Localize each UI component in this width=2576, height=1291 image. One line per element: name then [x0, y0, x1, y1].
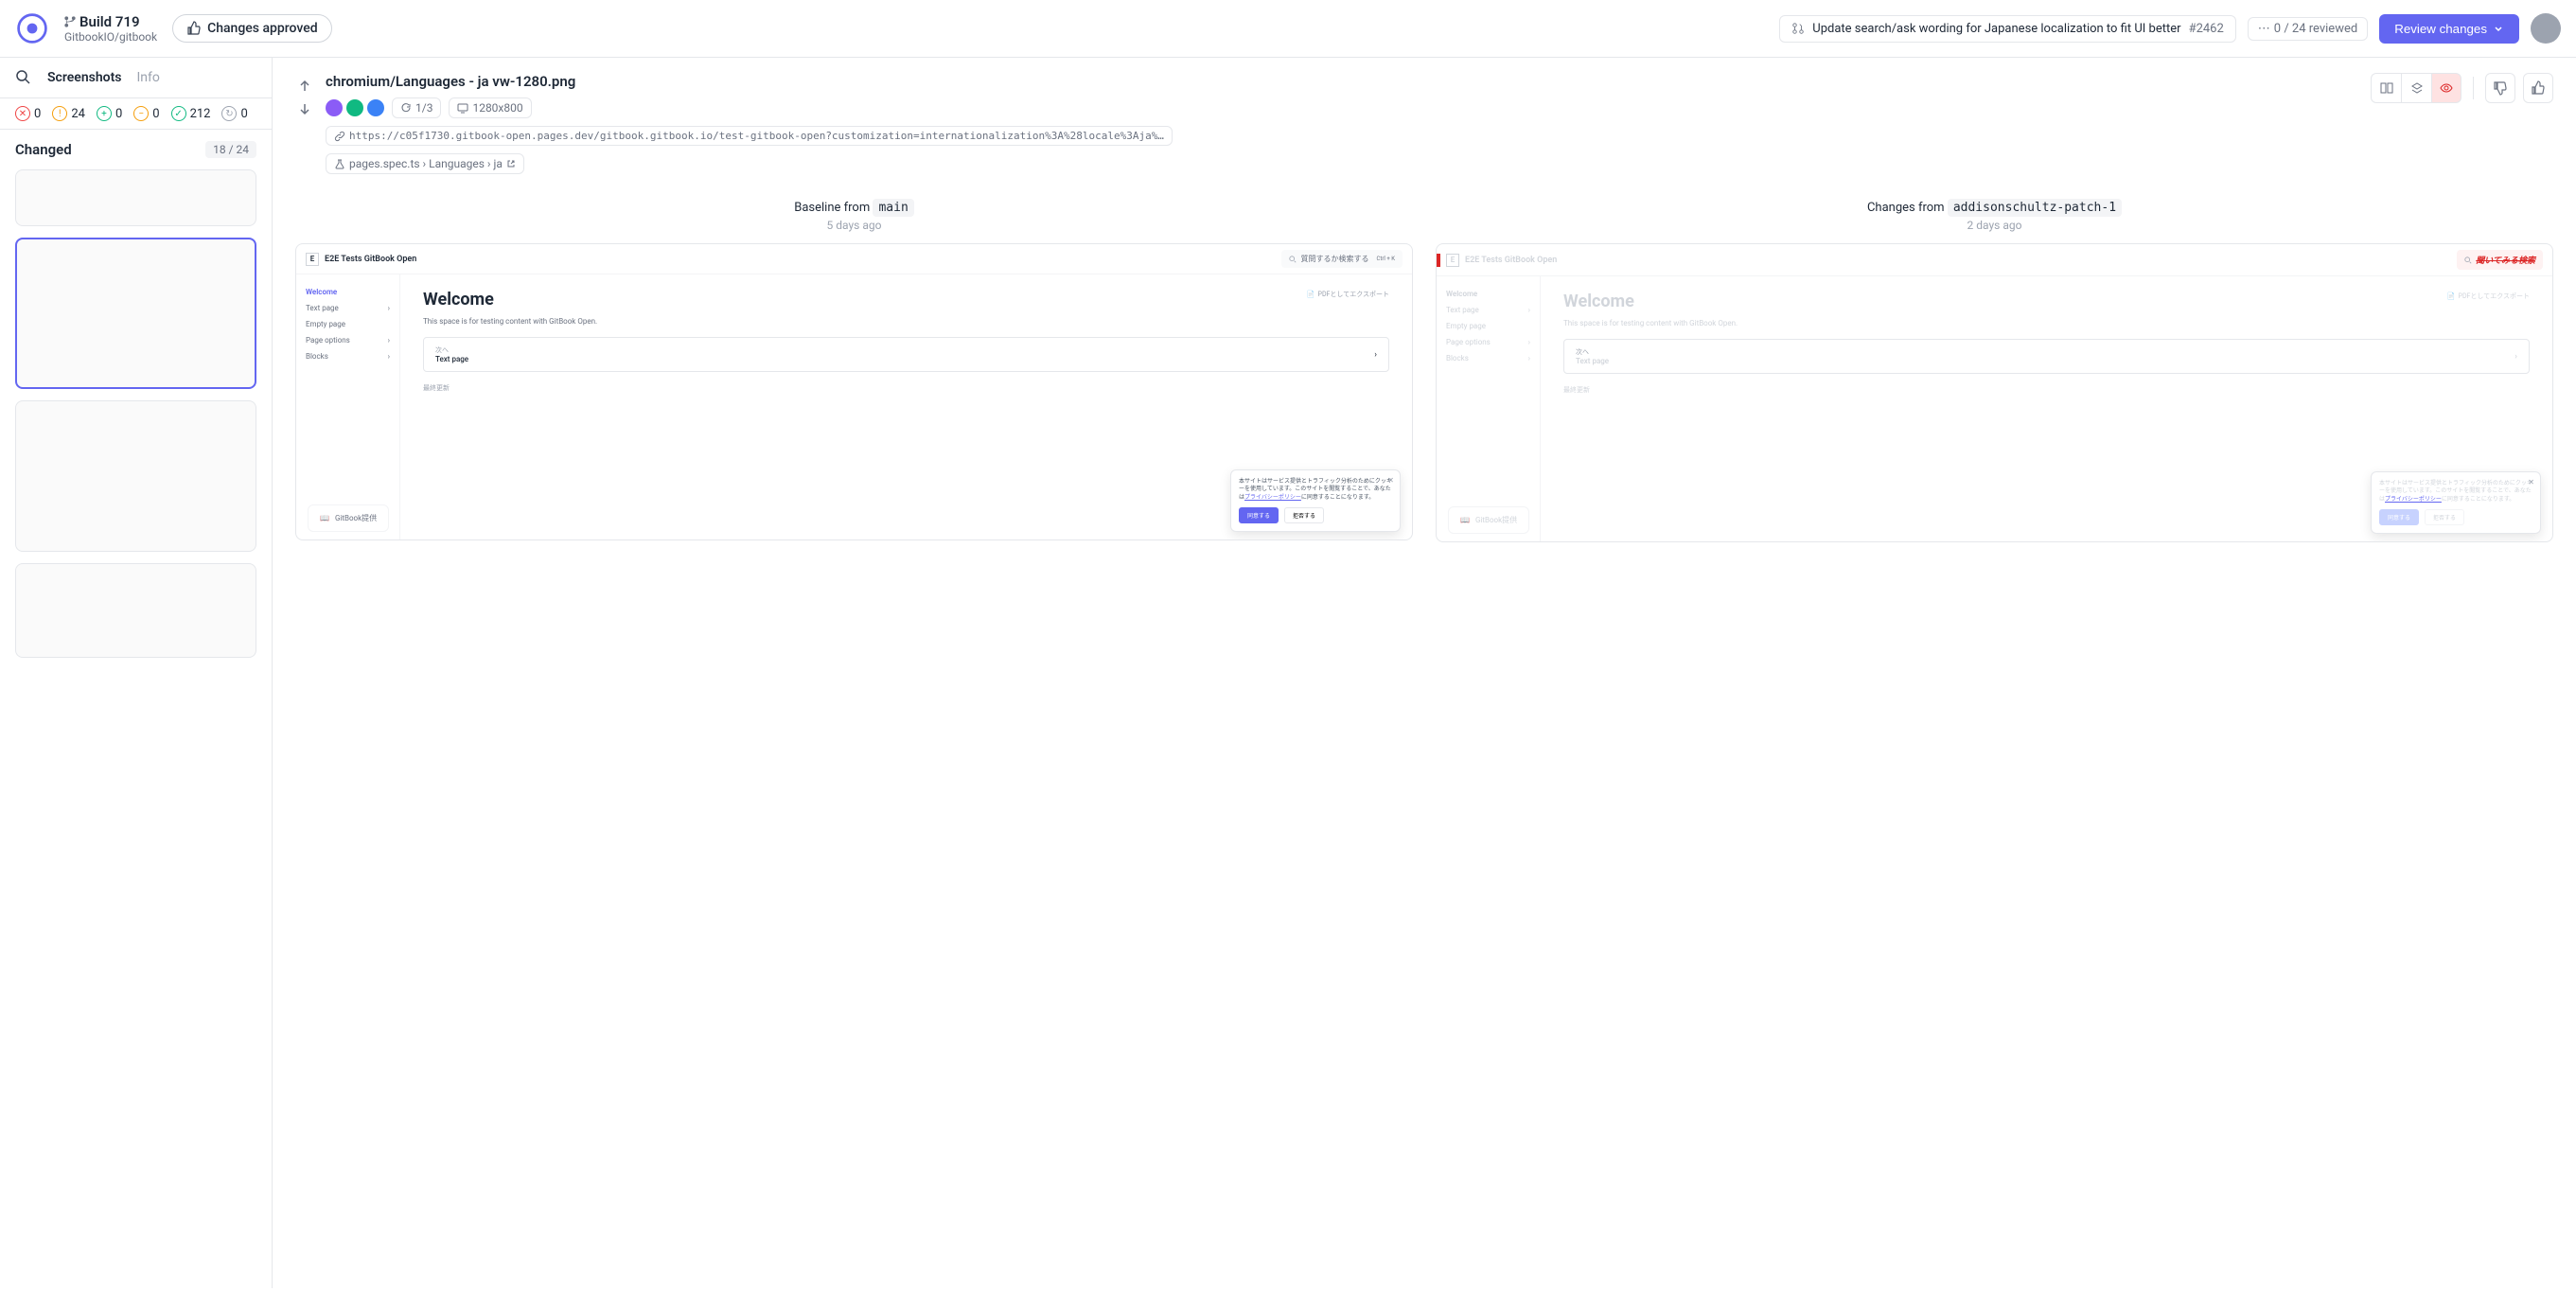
sidebar: Screenshots Info ✕0 !24 +0 −0 ✓212 ↻0 Ch… — [0, 58, 273, 1288]
thumbs-up-icon — [2531, 80, 2546, 96]
changed-count: 18 / 24 — [205, 141, 256, 158]
changes-label: Changes from addisonschultz-patch-1 2 da… — [1867, 189, 2122, 243]
overlay-icon — [2409, 80, 2425, 96]
stat-changed[interactable]: !24 — [52, 106, 85, 121]
columns-icon — [2379, 80, 2394, 96]
content-header: chromium/Languages - ja vw-1280.png 1/3 — [273, 58, 2576, 189]
reject-button[interactable] — [2485, 73, 2515, 103]
chrome-icon[interactable] — [367, 99, 384, 116]
arrow-up-icon[interactable] — [295, 77, 314, 96]
view-diff-button[interactable] — [2431, 73, 2461, 103]
logo-icon[interactable] — [15, 11, 49, 45]
retry-icon — [400, 102, 412, 114]
review-changes-button[interactable]: Review changes — [2379, 14, 2519, 44]
view-side-by-side-button[interactable] — [2371, 73, 2401, 103]
thumbnails[interactable] — [0, 169, 272, 1288]
changes-column: Changes from addisonschultz-patch-1 2 da… — [1436, 189, 2553, 1265]
close-icon: ✕ — [1387, 476, 1394, 485]
file-info: chromium/Languages - ja vw-1280.png 1/3 — [326, 73, 1173, 174]
pull-request-icon — [1791, 22, 1805, 35]
stat-failed[interactable]: ✕0 — [15, 106, 41, 121]
dimensions[interactable]: 1280x800 — [449, 97, 531, 118]
sidebar-tabs: Screenshots Info — [15, 69, 160, 86]
header: Build 719 GitbookIO/gitbook Changes appr… — [0, 0, 2576, 58]
header-right: Update search/ask wording for Japanese l… — [1779, 13, 2561, 44]
review-progress[interactable]: ⋯ 0 / 24 reviewed — [2248, 17, 2368, 41]
view-overlay-button[interactable] — [2401, 73, 2431, 103]
divider — [2473, 77, 2474, 99]
approve-button[interactable] — [2523, 73, 2553, 103]
repo-name[interactable]: GitbookIO/gitbook — [64, 30, 157, 44]
search-icon — [1289, 256, 1297, 263]
tab-info[interactable]: Info — [136, 70, 159, 85]
file-meta-row-3: pages.spec.ts › Languages › ja — [326, 153, 1173, 174]
stat-removed[interactable]: −0 — [133, 106, 159, 121]
nav-arrows — [295, 73, 314, 174]
header-left: Build 719 GitbookIO/gitbook Changes appr… — [15, 11, 332, 45]
baseline-column: Baseline from main 5 days ago EE2E Tests… — [295, 189, 1413, 1265]
eye-icon — [2439, 80, 2454, 96]
user-avatar[interactable] — [2531, 13, 2561, 44]
search-icon — [2464, 256, 2472, 264]
approved-badge[interactable]: Changes approved — [172, 14, 332, 43]
changed-header: Changed 18 / 24 — [0, 130, 272, 169]
build-info: Build 719 GitbookIO/gitbook — [64, 13, 157, 44]
dots-icon: ⋯ — [2258, 22, 2270, 36]
search-icon[interactable] — [15, 69, 32, 86]
thumbs-up-icon — [186, 21, 202, 36]
build-title[interactable]: Build 719 — [64, 13, 157, 30]
stat-added[interactable]: +0 — [97, 106, 122, 121]
baseline-screenshot[interactable]: EE2E Tests GitBook Open 質問するか検索する Ctrl +… — [295, 243, 1413, 540]
close-icon: ✕ — [2528, 478, 2534, 486]
arrow-down-icon[interactable] — [295, 99, 314, 118]
main: Screenshots Info ✕0 !24 +0 −0 ✓212 ↻0 Ch… — [0, 58, 2576, 1288]
thumbnail-selected[interactable] — [15, 238, 256, 389]
external-link-icon — [506, 159, 516, 168]
sidebar-header: Screenshots Info — [0, 58, 272, 98]
git-branch-icon — [64, 16, 76, 27]
thumbnail[interactable] — [15, 400, 256, 552]
thumbnail[interactable] — [15, 169, 256, 226]
url-pill[interactable]: https://c05f1730.gitbook-open.pages.dev/… — [326, 126, 1173, 146]
eye-icon[interactable] — [326, 99, 343, 116]
content-header-right — [2371, 73, 2553, 103]
browser-icons — [326, 99, 384, 116]
stat-passed[interactable]: ✓212 — [171, 106, 211, 121]
content-header-left: chromium/Languages - ja vw-1280.png 1/3 — [295, 73, 1173, 174]
stats-row: ✕0 !24 +0 −0 ✓212 ↻0 — [0, 98, 272, 130]
spec-path[interactable]: pages.spec.ts › Languages › ja — [326, 153, 524, 174]
chevron-down-icon — [2493, 23, 2504, 34]
changed-label: Changed — [15, 141, 72, 158]
changes-screenshot[interactable]: EE2E Tests GitBook Open 聞いてみる検索 Welcome … — [1436, 243, 2553, 542]
flask-icon — [334, 158, 345, 169]
diff-indicator — [1437, 254, 1440, 267]
monitor-icon — [457, 102, 468, 114]
thumbnail[interactable] — [15, 563, 256, 658]
retry-count[interactable]: 1/3 — [392, 97, 441, 118]
thumbs-down-icon — [2493, 80, 2508, 96]
content: chromium/Languages - ja vw-1280.png 1/3 — [273, 58, 2576, 1288]
file-meta-row-1: 1/3 1280x800 — [326, 97, 1173, 118]
file-meta-row-2: https://c05f1730.gitbook-open.pages.dev/… — [326, 126, 1173, 146]
tab-screenshots[interactable]: Screenshots — [47, 70, 121, 85]
pr-link[interactable]: Update search/ask wording for Japanese l… — [1779, 15, 2236, 43]
file-name: chromium/Languages - ja vw-1280.png — [326, 73, 1173, 90]
pr-number: #2462 — [2189, 22, 2224, 36]
shield-icon[interactable] — [346, 99, 363, 116]
baseline-label: Baseline from main 5 days ago — [794, 189, 914, 243]
link-icon — [334, 131, 345, 142]
stat-flaky[interactable]: ↻0 — [221, 106, 247, 121]
comparison: Baseline from main 5 days ago EE2E Tests… — [273, 189, 2576, 1288]
